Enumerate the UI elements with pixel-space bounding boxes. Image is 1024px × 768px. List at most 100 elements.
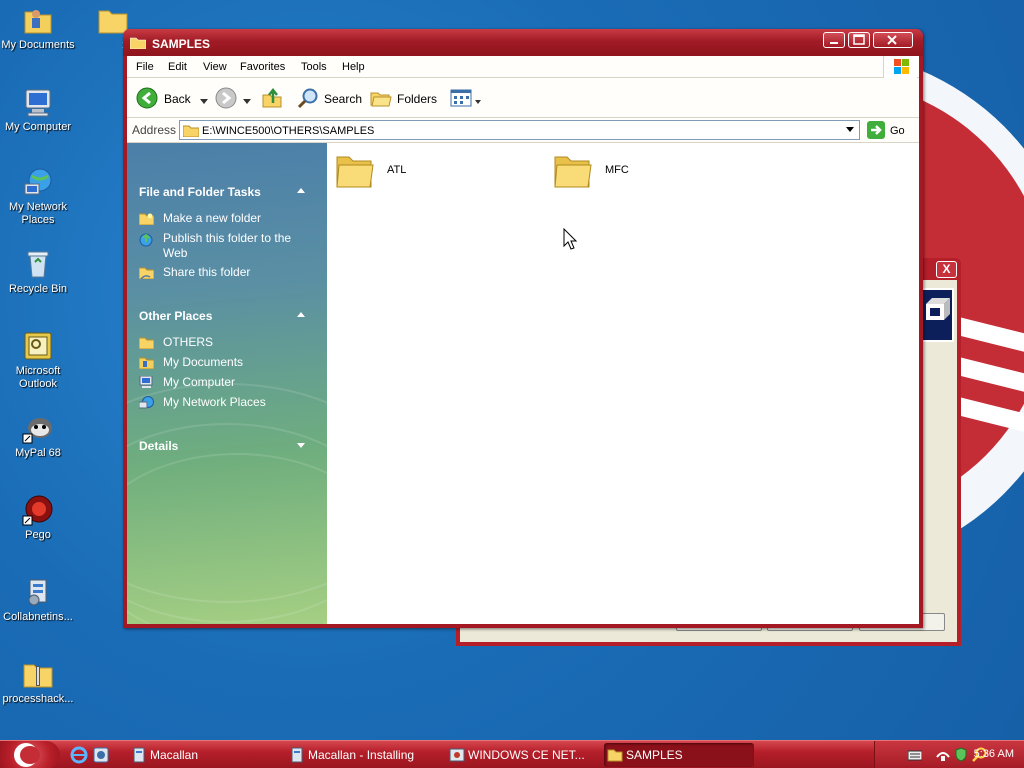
taskbar-task-windows-ce[interactable]: WINDOWS CE NET... [446, 743, 598, 767]
views-dropdown-icon[interactable] [475, 94, 481, 108]
pego-icon [22, 494, 54, 526]
address-dropdown-icon[interactable] [842, 122, 858, 138]
folder-item-mfc[interactable]: MFC [553, 151, 673, 191]
new-folder-icon [138, 212, 155, 226]
desktop-icon-my-computer[interactable]: My Computer [0, 86, 78, 134]
folder-icon [129, 37, 147, 50]
quick-launch-icon[interactable] [92, 746, 110, 767]
views-button[interactable] [450, 87, 484, 109]
my-documents-icon [138, 356, 155, 370]
zip-folder-icon [22, 658, 54, 690]
installer-icon [22, 576, 54, 608]
taskbar: Macallan Macallan - Installing WINDOWS C… [0, 740, 1024, 768]
menu-bar: File Edit View Favorites Tools Help [127, 56, 919, 78]
go-button[interactable]: Go [867, 121, 917, 141]
share-folder-icon [138, 266, 155, 280]
taskbar-task-macallan[interactable]: Macallan [128, 743, 278, 767]
other-places-my-computer-link[interactable]: My Computer [139, 375, 313, 390]
address-bar: Address E:\WINCE500\OTHERS\SAMPLES Go [127, 118, 919, 143]
folder-icon [607, 747, 623, 763]
menu-tools[interactable]: Tools [301, 61, 327, 73]
desktop-icon-microsoft-outlook[interactable]: Microsoft Outlook [0, 330, 78, 391]
taskbar-task-samples[interactable]: SAMPLES [604, 743, 754, 767]
desktop-icon-my-documents[interactable]: My Documents [0, 4, 78, 52]
close-button[interactable] [873, 32, 913, 48]
other-places-heading[interactable]: Other Places [139, 309, 212, 323]
desktop-icon-processhacker[interactable]: processhack... [0, 658, 78, 706]
system-tray: 5:36 AM [874, 741, 1024, 768]
folders-button[interactable]: Folders [370, 87, 438, 109]
forward-dropdown-icon[interactable] [243, 94, 251, 108]
folders-icon [370, 92, 392, 107]
desktop-icon-my-network-places[interactable]: My Network Places [0, 166, 78, 227]
folder-item-atl[interactable]: ATL [335, 151, 455, 191]
collapse-chevron-icon[interactable] [297, 312, 305, 317]
menu-edit[interactable]: Edit [168, 61, 187, 73]
address-value: E:\WINCE500\OTHERS\SAMPLES [202, 125, 375, 137]
my-documents-icon [22, 4, 54, 36]
taskbar-task-macallan-installing[interactable]: Macallan - Installing [286, 743, 438, 767]
explorer-window[interactable]: SAMPLES File Edit View Favorites Tools H… [123, 29, 923, 628]
publish-web-icon [139, 232, 154, 247]
network-places-icon [138, 396, 154, 409]
security-icon[interactable] [953, 746, 969, 765]
menu-help[interactable]: Help [342, 61, 365, 73]
back-dropdown-icon[interactable] [200, 94, 208, 108]
pane-decoration [127, 453, 327, 624]
mypal-raccoon-icon [22, 412, 54, 444]
desktop-icon-mypal[interactable]: MyPal 68 [0, 412, 78, 460]
search-button[interactable]: Search [297, 87, 362, 109]
minimize-button[interactable] [823, 32, 845, 48]
up-folder-icon [262, 87, 282, 108]
start-logo-crescent [20, 746, 40, 764]
installer-icon [131, 747, 147, 763]
forward-button[interactable] [215, 87, 251, 109]
my-computer-icon [139, 375, 154, 389]
desktop-icon-pego[interactable]: Pego [0, 494, 78, 542]
windows-logo-icon [883, 56, 917, 78]
back-arrow-icon [136, 87, 158, 109]
mouse-pointer-icon [563, 227, 578, 253]
setup-icon [449, 747, 465, 763]
folder-icon [553, 151, 593, 191]
publish-to-web-link[interactable]: Publish this folder to the Web [139, 231, 313, 261]
collapse-chevron-icon[interactable] [297, 188, 305, 193]
network-icon[interactable] [935, 747, 951, 766]
start-button[interactable] [0, 741, 60, 768]
go-arrow-icon [867, 121, 885, 139]
outlook-icon [22, 330, 54, 362]
keyboard-icon[interactable] [907, 749, 923, 764]
search-icon [297, 88, 318, 109]
other-places-my-documents-link[interactable]: My Documents [138, 355, 313, 370]
other-places-others-link[interactable]: OTHERS [138, 335, 313, 350]
menu-view[interactable]: View [203, 61, 227, 73]
task-pane: File and Folder Tasks Make a new folder … [127, 143, 327, 624]
toolbar: Back Search Folders [127, 78, 919, 118]
internet-explorer-icon[interactable] [70, 746, 88, 767]
menu-favorites[interactable]: Favorites [240, 61, 285, 73]
desktop-icon-recycle-bin[interactable]: Recycle Bin [0, 248, 78, 296]
recycle-bin-icon [22, 248, 54, 280]
folder-contents[interactable]: ATL MFC [327, 143, 919, 624]
make-new-folder-link[interactable]: Make a new folder [138, 211, 313, 226]
share-folder-link[interactable]: Share this folder [138, 265, 313, 280]
expand-chevron-icon[interactable] [297, 443, 305, 448]
forward-arrow-icon [215, 87, 237, 109]
address-input[interactable]: E:\WINCE500\OTHERS\SAMPLES [179, 120, 860, 140]
installer-icon [289, 747, 305, 763]
folder-icon [138, 336, 155, 350]
back-button[interactable]: Back [136, 87, 208, 109]
desktop-icon-collabnet[interactable]: Collabnetins... [0, 576, 78, 624]
network-places-icon [22, 166, 54, 198]
folder-icon [182, 124, 200, 140]
maximize-button[interactable] [848, 32, 870, 48]
menu-file[interactable]: File [136, 61, 154, 73]
title-bar[interactable]: SAMPLES [123, 29, 923, 56]
up-folder-button[interactable] [261, 87, 285, 109]
folder-icon [335, 151, 375, 191]
background-dialog-close-button[interactable]: X [936, 261, 957, 278]
file-folder-tasks-heading[interactable]: File and Folder Tasks [139, 185, 261, 199]
details-heading[interactable]: Details [139, 439, 178, 453]
window-title: SAMPLES [152, 37, 211, 51]
other-places-my-network-places-link[interactable]: My Network Places [138, 395, 313, 410]
